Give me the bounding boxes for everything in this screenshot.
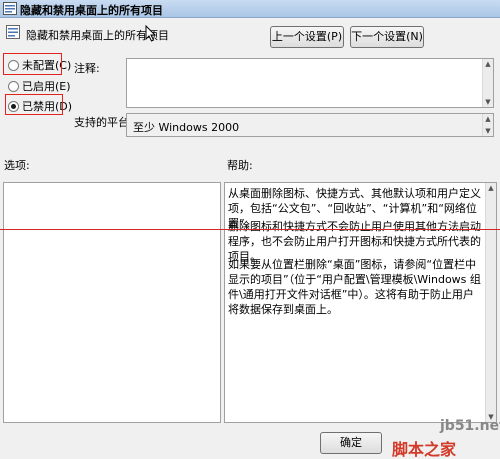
scroll-down-icon[interactable]: ▼	[483, 97, 493, 107]
comment-label: 注释:	[74, 62, 100, 75]
next-setting-button[interactable]: 下一个设置(N)	[350, 26, 424, 48]
ok-button[interactable]: 确定	[320, 432, 382, 454]
policy-setting-icon	[6, 25, 20, 39]
help-label: 帮助:	[227, 159, 253, 172]
radio-enabled[interactable]: 已启用(E)	[8, 78, 71, 94]
comment-textarea[interactable]: ▲ ▼	[126, 58, 494, 108]
mouse-cursor-icon	[145, 25, 157, 42]
title-bar: 隐藏和禁用桌面上的所有项目	[0, 0, 500, 18]
radio-circle-icon	[8, 81, 19, 92]
help-paragraph: 如果要从位置栏删除“桌面”图标，请参阅“位置栏中显示的项目”（位于“用户配置\管…	[228, 258, 481, 316]
highlight-box	[5, 94, 63, 115]
scroll-up-icon[interactable]: ▲	[483, 59, 493, 69]
platform-scrollbar[interactable]: ▲ ▼	[482, 114, 493, 136]
radio-label: 已启用(E)	[22, 80, 71, 93]
supported-platform-field: 至少 Windows 2000 ▲ ▼	[126, 113, 494, 137]
watermark-name: 脚本之家	[392, 440, 457, 459]
previous-setting-button[interactable]: 上一个设置(P)	[270, 26, 344, 48]
highlight-box	[3, 53, 62, 75]
options-panel	[3, 182, 221, 423]
policy-header: 隐藏和禁用桌面上的所有项目	[0, 18, 500, 48]
policy-setting-icon	[3, 2, 17, 15]
scroll-down-icon[interactable]: ▼	[483, 126, 493, 136]
scroll-up-icon[interactable]: ▲	[483, 114, 493, 124]
window-title: 隐藏和禁用桌面上的所有项目	[20, 4, 163, 17]
comment-scrollbar[interactable]: ▲ ▼	[482, 59, 493, 107]
watermark-domain: jb51.net	[440, 418, 500, 434]
scroll-up-icon[interactable]: ▲	[486, 183, 496, 193]
help-scrollbar[interactable]: ▲ ▼	[485, 183, 496, 422]
help-panel: 从桌面删除图标、快捷方式、其他默认项和用户定义项，包括“公文包”、“回收站”、“…	[224, 182, 497, 423]
supported-platform-value: 至少 Windows 2000	[133, 121, 240, 134]
annotation-line	[0, 229, 500, 230]
supported-platform-label: 支持的平台:	[74, 116, 133, 129]
options-label: 选项:	[4, 159, 30, 172]
